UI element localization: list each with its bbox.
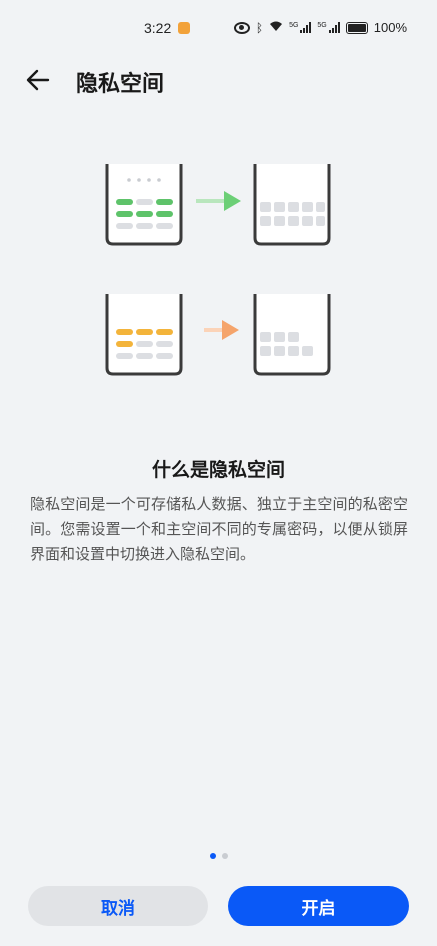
title-bar: 隐私空间 — [0, 56, 437, 104]
status-bar: 3:22 ᛒ 5G 5G 100% — [0, 0, 437, 44]
page-indicator — [0, 853, 437, 859]
back-button[interactable] — [24, 64, 60, 96]
phone-private-gray — [253, 294, 331, 376]
open-button[interactable]: 开启 — [228, 886, 409, 926]
signal-5g-icon: 5G — [317, 22, 340, 33]
page-dot-active — [209, 853, 216, 859]
bluetooth-icon: ᛒ — [255, 20, 264, 35]
info-title: 什么是隐私空间 — [151, 459, 285, 481]
private-space-illustration — [105, 164, 331, 376]
app-notification-icon — [178, 22, 190, 34]
status-time: 3:22 — [144, 20, 172, 36]
status-icons: ᛒ 5G 5G 100% — [233, 20, 407, 35]
arrow-right-icon — [196, 191, 241, 211]
phone-private-gray — [253, 164, 331, 246]
cancel-button[interactable]: 取消 — [28, 886, 208, 926]
page-dot — [221, 853, 228, 859]
arrow-right-icon — [204, 320, 239, 340]
eye-icon — [233, 21, 250, 34]
signal-5g-icon: 5G — [289, 22, 312, 33]
phone-main-green — [105, 164, 183, 246]
battery-icon — [345, 21, 368, 34]
wifi-icon — [269, 21, 283, 35]
phone-main-orange — [105, 294, 183, 376]
info-description: 隐私空间是一个可存储私人数据、独立于主空间的私密空间。您需设置一个和主空间不同的… — [30, 495, 408, 563]
illustration — [0, 150, 437, 390]
arrow-left-icon — [26, 69, 50, 91]
battery-percent: 100% — [373, 20, 407, 35]
page-title: 隐私空间 — [76, 72, 165, 97]
